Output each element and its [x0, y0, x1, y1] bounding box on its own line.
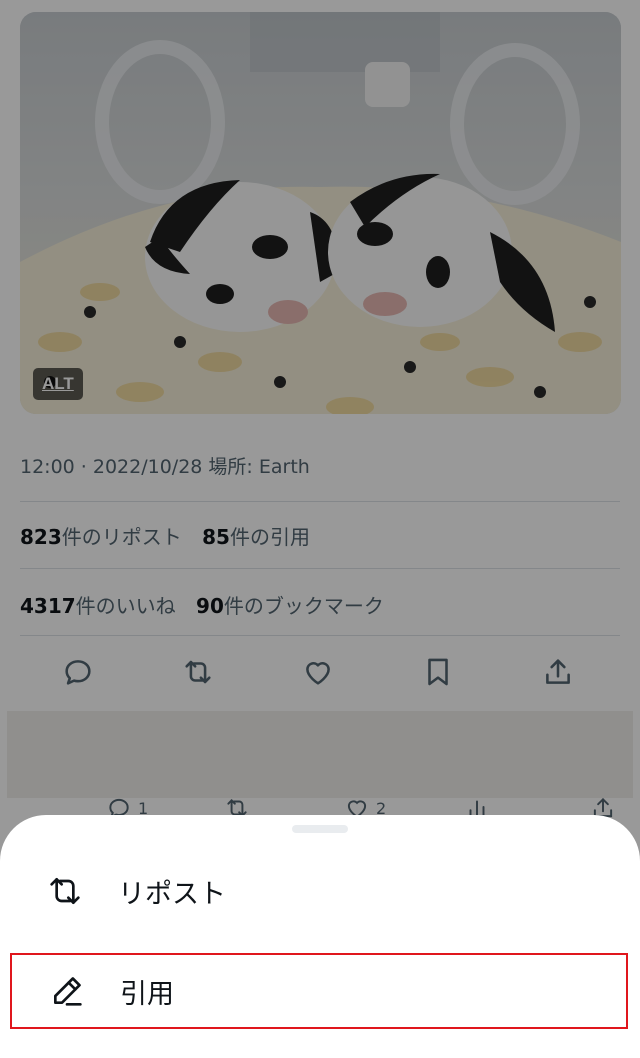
repost-bottom-sheet: リポスト 引用	[0, 815, 640, 1058]
sheet-item-label: リポスト	[118, 878, 226, 910]
sheet-item-label: 引用	[120, 978, 174, 1010]
sheet-grabber-handle[interactable]	[292, 825, 348, 833]
sheet-item-quote[interactable]: 引用	[10, 953, 628, 1029]
quote-pen-icon	[46, 970, 88, 1012]
repost-icon	[44, 870, 86, 912]
sheet-item-repost[interactable]: リポスト	[10, 853, 628, 929]
